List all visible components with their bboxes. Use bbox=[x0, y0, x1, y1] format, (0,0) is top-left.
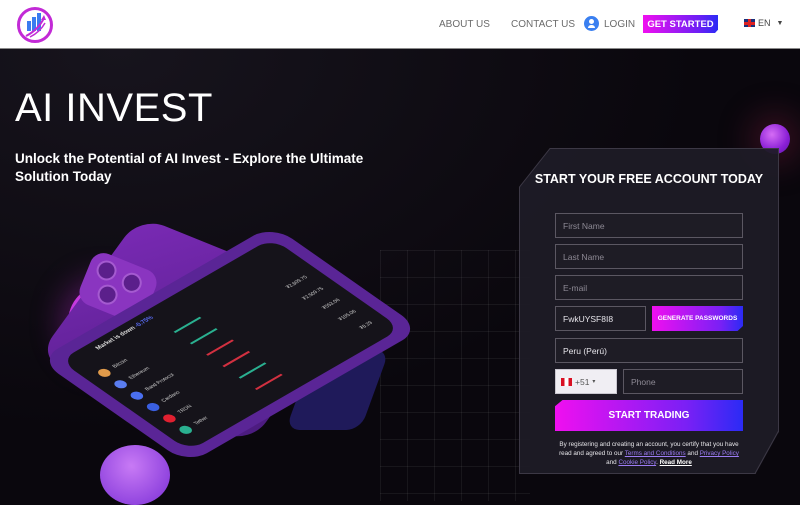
caret-down-icon: ▾ bbox=[592, 379, 596, 385]
get-started-button[interactable]: GET STARTED bbox=[643, 15, 718, 33]
language-code: EN bbox=[758, 18, 771, 28]
read-more-link[interactable]: Read More bbox=[660, 459, 692, 466]
hero-subtitle: Unlock the Potential of AI Invest - Expl… bbox=[15, 151, 364, 184]
phone-code: +51 bbox=[575, 376, 590, 387]
hero-title: AI INVEST bbox=[15, 86, 213, 130]
terms-link[interactable]: Terms and Conditions bbox=[625, 450, 686, 457]
first-name-input[interactable] bbox=[555, 213, 743, 238]
purple-sphere bbox=[100, 445, 170, 505]
login-link[interactable]: LOGIN bbox=[604, 19, 635, 30]
language-selector[interactable]: EN ▼ bbox=[744, 18, 783, 28]
form-title: START YOUR FREE ACCOUNT TODAY bbox=[534, 172, 764, 186]
last-name-input[interactable] bbox=[555, 244, 743, 269]
user-icon[interactable] bbox=[584, 16, 599, 31]
top-navbar: ABOUT US CONTACT US LOGIN GET STARTED EN… bbox=[0, 0, 800, 49]
growth-chart-logo-icon[interactable] bbox=[17, 7, 53, 43]
cookie-link[interactable]: Cookie Policy bbox=[618, 459, 656, 466]
caret-down-icon: ▼ bbox=[776, 19, 784, 27]
phone-input[interactable] bbox=[623, 369, 743, 394]
peru-flag-icon bbox=[561, 377, 572, 386]
generate-password-button[interactable]: GENERATE PASSWORDS bbox=[652, 306, 743, 331]
nav-contact-us[interactable]: CONTACT US bbox=[511, 19, 575, 30]
email-input[interactable] bbox=[555, 275, 743, 300]
nav-about-us[interactable]: ABOUT US bbox=[439, 19, 490, 30]
privacy-link[interactable]: Privacy Policy bbox=[700, 450, 739, 457]
start-trading-button[interactable]: START TRADING bbox=[555, 400, 743, 431]
uk-flag-icon bbox=[744, 19, 755, 27]
terms-disclaimer: By registering and creating an account, … bbox=[559, 441, 739, 466]
password-input[interactable] bbox=[555, 306, 646, 331]
country-select[interactable]: Peru (Perú) bbox=[555, 338, 743, 363]
background-grid bbox=[380, 250, 530, 501]
phone-country-code-select[interactable]: +51 ▾ bbox=[555, 369, 617, 394]
